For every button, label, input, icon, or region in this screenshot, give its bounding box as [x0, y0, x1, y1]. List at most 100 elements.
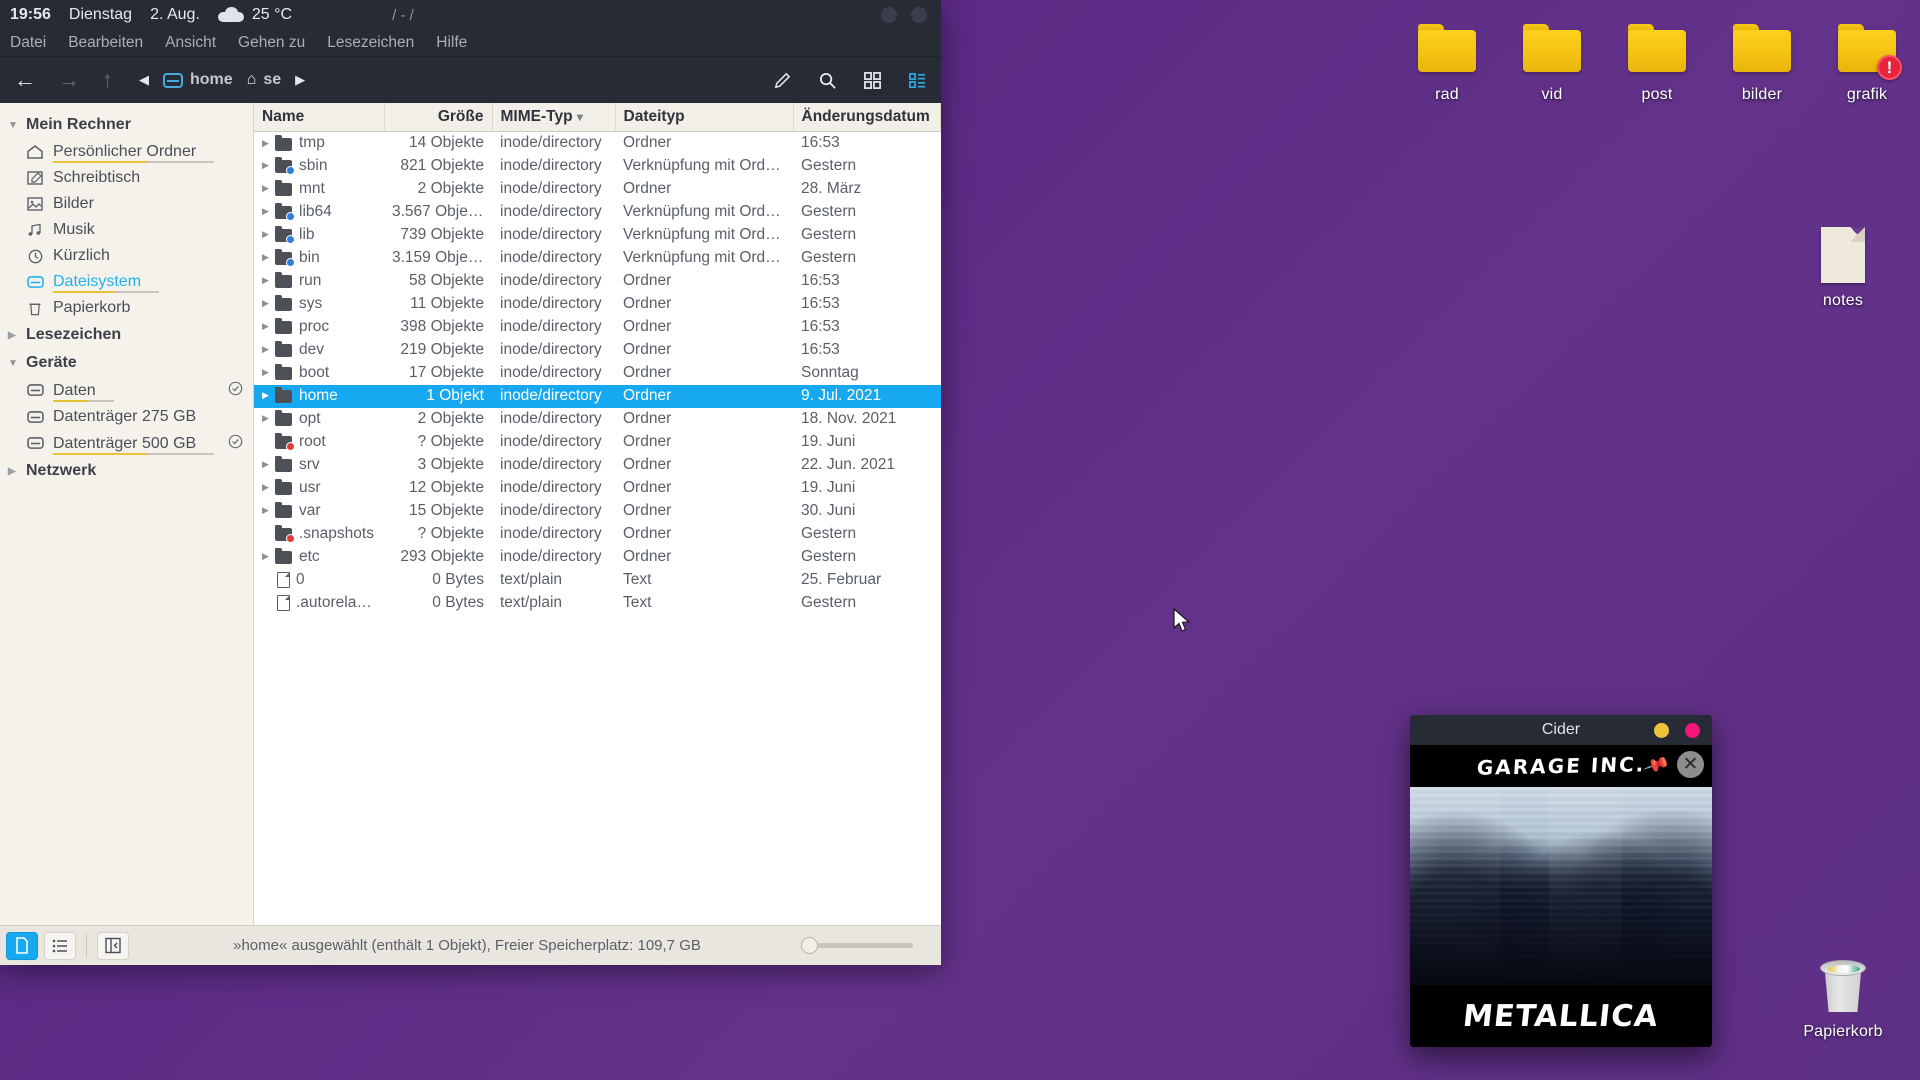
sidebar-item-datentr-ger-500-gb[interactable]: Datenträger 500 GB	[0, 430, 253, 457]
back-arrow-icon[interactable]: ←	[14, 69, 36, 91]
eject-icon[interactable]	[228, 381, 243, 400]
table-row[interactable]: ▶bin3.159 Objekteinode/directoryVerknüpf…	[254, 247, 941, 270]
table-row[interactable]: .autorelabel0 Bytestext/plainTextGestern	[254, 592, 941, 615]
table-row[interactable]: ▶etc293 Objekteinode/directoryOrdnerGest…	[254, 546, 941, 569]
menu-item-hilfe[interactable]: Hilfe	[436, 34, 467, 52]
table-row[interactable]: ▶srv3 Objekteinode/directoryOrdner22. Ju…	[254, 454, 941, 477]
expand-triangle-icon[interactable]: ▶	[262, 321, 275, 332]
table-row[interactable]: ▶proc398 Objekteinode/directoryOrdner16:…	[254, 316, 941, 339]
table-row[interactable]: ▶opt2 Objekteinode/directoryOrdner18. No…	[254, 408, 941, 431]
column-header-dateityp[interactable]: Dateityp	[615, 103, 793, 132]
sidebar-item-pers-nlicher-ordner[interactable]: Persönlicher Ordner	[0, 139, 253, 165]
list-view-button[interactable]	[44, 932, 76, 960]
cell-filetype: Ordner	[615, 454, 793, 477]
list-view-icon[interactable]	[908, 71, 927, 90]
menu-item-gehen-zu[interactable]: Gehen zu	[238, 34, 305, 52]
zoom-slider[interactable]	[805, 943, 913, 948]
sidebar-item-papierkorb[interactable]: Papierkorb	[0, 295, 253, 321]
sidebar-group-lesezeichen[interactable]: ▶Lesezeichen	[0, 321, 253, 349]
sidebar-item-schreibtisch[interactable]: Schreibtisch	[0, 165, 253, 191]
desktop-icon-post[interactable]: post	[1602, 18, 1712, 104]
desktop-icon-grafik[interactable]: !grafik	[1812, 18, 1920, 104]
sidebar-item-daten[interactable]: Daten	[0, 377, 253, 404]
table-row[interactable]: root? Objekteinode/directoryOrdner19. Ju…	[254, 431, 941, 454]
pane-toggle-button[interactable]	[97, 932, 129, 960]
sidebar-item-k-rzlich[interactable]: Kürzlich	[0, 243, 253, 269]
column-header-name[interactable]: Name	[254, 103, 384, 132]
eject-icon[interactable]	[228, 434, 243, 453]
column-header-gr-e[interactable]: Größe	[384, 103, 492, 132]
zoom-slider-knob[interactable]	[801, 937, 818, 954]
minimize-button[interactable]	[881, 7, 897, 23]
forward-arrow-icon[interactable]: →	[58, 69, 80, 91]
breadcrumb-scroll-left-icon[interactable]: ◀	[139, 72, 149, 88]
folder-icon	[275, 549, 293, 564]
table-row[interactable]: ▶dev219 Objekteinode/directoryOrdner16:5…	[254, 339, 941, 362]
desktop-icon-notes[interactable]: notes	[1788, 224, 1898, 310]
navigation-toolbar: ← → ↑ ◀ home ⌂ se ▶	[0, 57, 941, 103]
sidebar-item-dateisystem[interactable]: Dateisystem	[0, 269, 253, 295]
expand-triangle-icon[interactable]: ▶	[262, 206, 275, 217]
desktop-icon-bilder[interactable]: bilder	[1707, 18, 1817, 104]
desktop-icon-vid[interactable]: vid	[1497, 18, 1607, 104]
sidebar-item-bilder[interactable]: Bilder	[0, 191, 253, 217]
table-row[interactable]: ▶mnt2 Objekteinode/directoryOrdner28. Mä…	[254, 178, 941, 201]
close-icon[interactable]: ✕	[1677, 751, 1704, 778]
icon-view-button[interactable]	[6, 932, 38, 960]
table-row[interactable]: ▶run58 Objekteinode/directoryOrdner16:53	[254, 270, 941, 293]
expand-triangle-icon[interactable]: ▶	[262, 459, 275, 470]
pictures-icon	[26, 197, 44, 211]
expand-triangle-icon[interactable]: ▶	[262, 183, 275, 194]
desktop-icon-papierkorb[interactable]: Papierkorb	[1788, 955, 1898, 1041]
sidebar-item-datentr-ger-275-gb[interactable]: Datenträger 275 GB	[0, 404, 253, 430]
table-row[interactable]: ▶tmp14 Objekteinode/directoryOrdner16:53	[254, 132, 941, 155]
desktop-icon-rad[interactable]: rad	[1392, 18, 1502, 104]
menu-item-bearbeiten[interactable]: Bearbeiten	[68, 34, 143, 52]
menu-item-datei[interactable]: Datei	[10, 34, 46, 52]
expand-triangle-icon[interactable]: ▶	[262, 390, 275, 401]
expand-triangle-icon[interactable]: ▶	[262, 252, 275, 263]
sidebar-group-geräte[interactable]: ▼Geräte	[0, 349, 253, 377]
pin-icon[interactable]: 📌	[1642, 752, 1670, 778]
table-row[interactable]: ▶lib739 Objekteinode/directoryVerknüpfun…	[254, 224, 941, 247]
up-arrow-icon[interactable]: ↑	[102, 69, 113, 91]
expand-triangle-icon[interactable]: ▶	[262, 229, 275, 240]
sidebar-item-musik[interactable]: Musik	[0, 217, 253, 243]
menu-item-ansicht[interactable]: Ansicht	[165, 34, 216, 52]
table-row[interactable]: ▶lib643.567 Objekteinode/directoryVerknü…	[254, 201, 941, 224]
sidebar-group-netzwerk[interactable]: ▶Netzwerk	[0, 457, 253, 485]
expand-triangle-icon[interactable]: ▶	[262, 160, 275, 171]
table-row[interactable]: 00 Bytestext/plainText25. Februar	[254, 569, 941, 592]
chevron-down-icon: ▼	[8, 120, 18, 131]
expand-triangle-icon[interactable]: ▶	[262, 138, 275, 149]
expand-triangle-icon[interactable]: ▶	[262, 482, 275, 493]
cell-modified: Gestern	[793, 546, 941, 569]
maximize-button[interactable]	[911, 7, 927, 23]
expand-triangle-icon[interactable]: ▶	[262, 551, 275, 562]
breadcrumb-item-home[interactable]: home	[163, 71, 233, 89]
sidebar-group-mein-rechner[interactable]: ▼Mein Rechner	[0, 111, 253, 139]
column-header--nderungsdatum[interactable]: Änderungsdatum	[793, 103, 941, 132]
menu-item-lesezeichen[interactable]: Lesezeichen	[327, 34, 414, 52]
table-row[interactable]: ▶sys11 Objekteinode/directoryOrdner16:53	[254, 293, 941, 316]
expand-triangle-icon[interactable]: ▶	[262, 413, 275, 424]
breadcrumb-item-se[interactable]: ⌂ se	[247, 71, 281, 89]
table-row[interactable]: ▶sbin821 Objekteinode/directoryVerknüpfu…	[254, 155, 941, 178]
column-header-mime-typ[interactable]: MIME-Typ ▾	[492, 103, 615, 132]
breadcrumb-scroll-right-icon[interactable]: ▶	[295, 72, 305, 88]
cider-close-button[interactable]	[1685, 723, 1700, 738]
pencil-icon[interactable]	[773, 71, 792, 90]
table-row[interactable]: ▶home1 Objektinode/directoryOrdner9. Jul…	[254, 385, 941, 408]
table-row[interactable]: ▶boot17 Objekteinode/directoryOrdnerSonn…	[254, 362, 941, 385]
expand-triangle-icon[interactable]: ▶	[262, 505, 275, 516]
table-row[interactable]: .snapshots? Objekteinode/directoryOrdner…	[254, 523, 941, 546]
table-row[interactable]: ▶var15 Objekteinode/directoryOrdner30. J…	[254, 500, 941, 523]
cider-minimize-button[interactable]	[1654, 723, 1669, 738]
expand-triangle-icon[interactable]: ▶	[262, 367, 275, 378]
expand-triangle-icon[interactable]: ▶	[262, 344, 275, 355]
expand-triangle-icon[interactable]: ▶	[262, 298, 275, 309]
grid-view-icon[interactable]	[863, 71, 882, 90]
table-row[interactable]: ▶usr12 Objekteinode/directoryOrdner19. J…	[254, 477, 941, 500]
expand-triangle-icon[interactable]: ▶	[262, 275, 275, 286]
search-icon[interactable]	[818, 71, 837, 90]
